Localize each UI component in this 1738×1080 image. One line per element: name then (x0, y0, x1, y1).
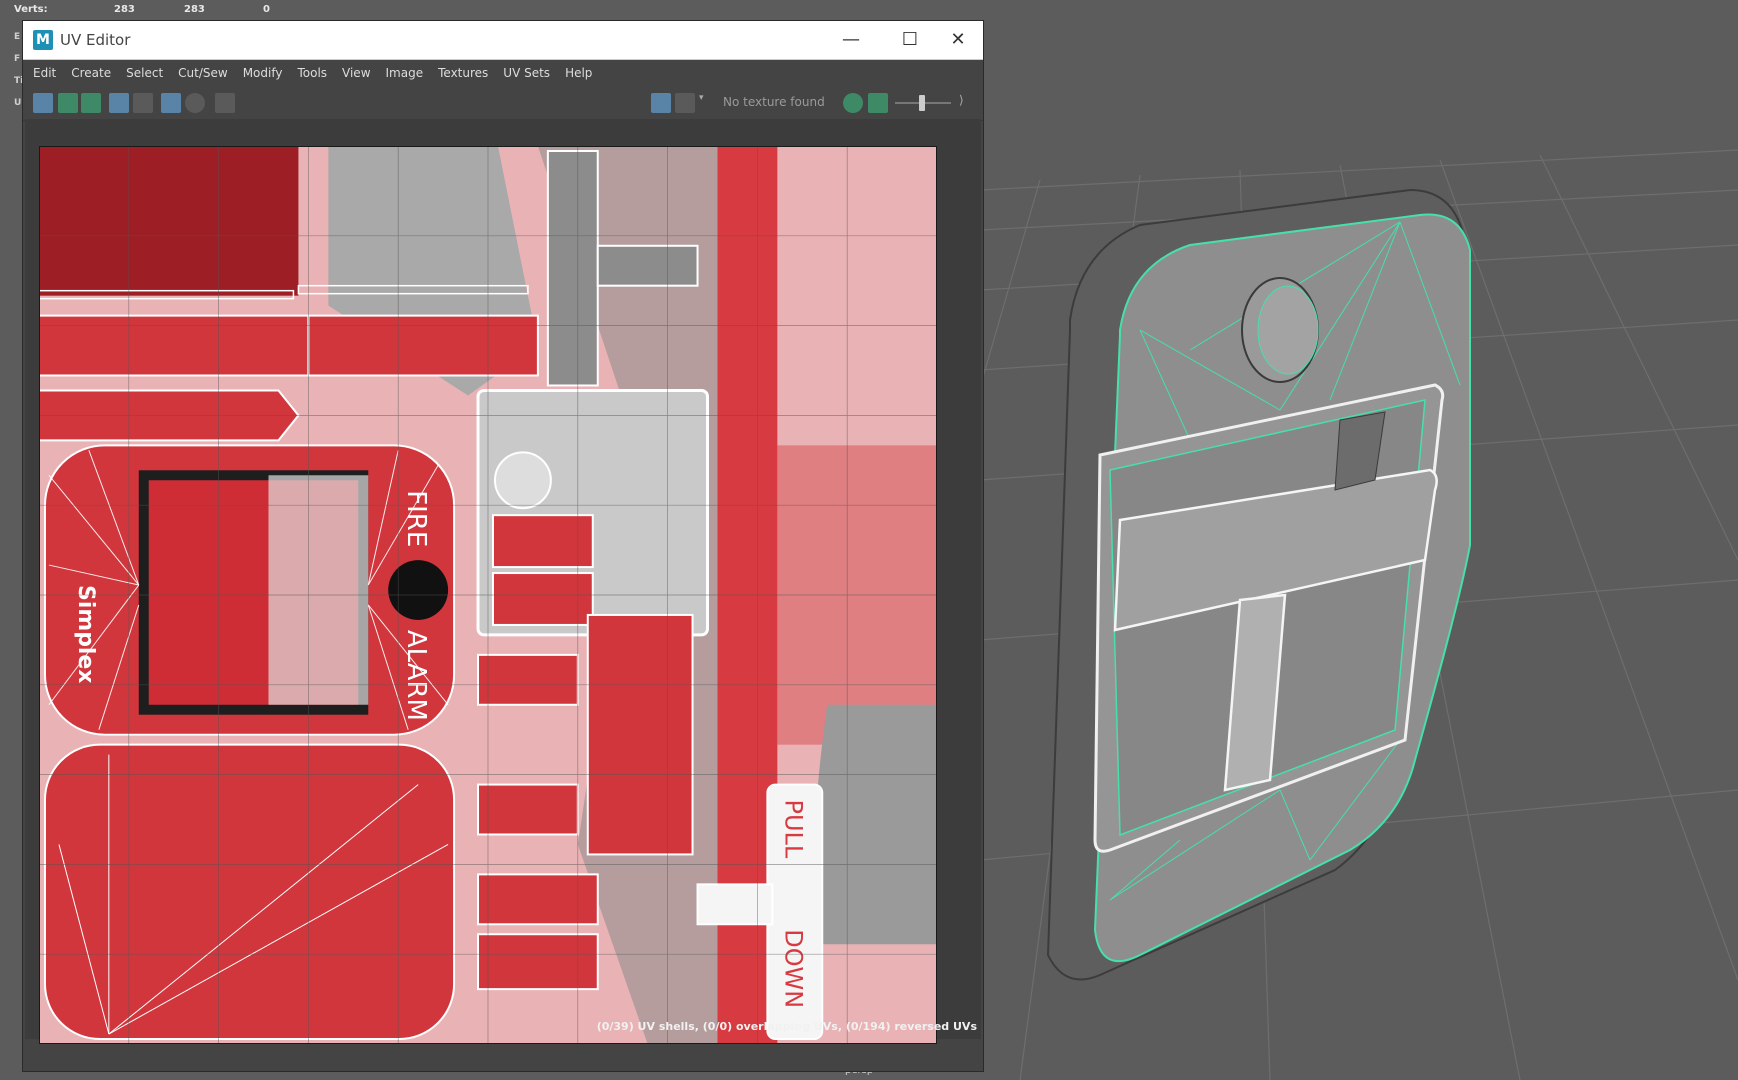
uv-select-icon[interactable] (58, 93, 78, 113)
uv-distortion-icon[interactable] (133, 93, 153, 113)
image-toggle-icon[interactable] (868, 93, 888, 113)
menu-view[interactable]: View (342, 66, 370, 80)
uv-status-bar: (0/39) UV shells, (0/0) overlapping UVs,… (596, 1020, 977, 1033)
texture-status: No texture found (723, 95, 825, 109)
pixel-snap-icon[interactable] (185, 93, 205, 113)
grid-toggle-icon[interactable] (161, 93, 181, 113)
exposure-slider[interactable] (895, 95, 951, 111)
maya-logo-icon: M (33, 30, 53, 50)
toolbar-expand-icon[interactable]: ⟩ (959, 93, 973, 113)
pull-label: PULL (779, 800, 807, 859)
back-plate-shell (43, 743, 456, 1041)
fire-label: FIRE (401, 490, 431, 547)
menu-tools[interactable]: Tools (297, 66, 327, 80)
alarm-label: ALARM (401, 630, 431, 721)
uv-border-icon[interactable] (109, 93, 129, 113)
menu-image[interactable]: Image (386, 66, 424, 80)
checker-map-icon[interactable] (675, 93, 695, 113)
menu-help[interactable]: Help (565, 66, 592, 80)
uv-globe-icon[interactable] (843, 93, 863, 113)
verts-value-1: 283 (114, 4, 135, 15)
menu-uv-sets[interactable]: UV Sets (503, 66, 550, 80)
maximize-button[interactable]: ☐ (887, 25, 933, 55)
minimize-button[interactable]: — (828, 25, 874, 55)
menu-bar: Edit Create Select Cut/Sew Modify Tools … (23, 60, 983, 86)
perspective-viewport[interactable] (980, 0, 1738, 1080)
uv-texture-space[interactable]: Simplex FIRE ALARM PULL DOWN (39, 146, 937, 1044)
uv-editor-window[interactable]: M UV Editor — ☐ ✕ Edit Create Select Cut… (22, 20, 984, 1072)
menu-cut-sew[interactable]: Cut/Sew (178, 66, 228, 80)
menu-create[interactable]: Create (71, 66, 111, 80)
close-button[interactable]: ✕ (935, 25, 981, 55)
window-title: UV Editor (60, 31, 131, 49)
menu-edit[interactable]: Edit (33, 66, 56, 80)
slider-handle[interactable] (919, 95, 925, 111)
fire-alarm-model[interactable] (1046, 188, 1471, 981)
chevron-down-icon[interactable]: ▾ (699, 93, 709, 113)
uv-toolbar: ▾ No texture found ⟩ (23, 86, 983, 121)
menu-select[interactable]: Select (126, 66, 163, 80)
verts-value-3: 0 (263, 4, 270, 15)
menu-modify[interactable]: Modify (243, 66, 283, 80)
uv-face-select-icon[interactable] (81, 93, 101, 113)
down-label: DOWN (779, 929, 807, 1008)
brand-label: Simplex (73, 585, 98, 683)
snapshot-camera-icon[interactable] (215, 93, 235, 113)
uv-canvas[interactable]: Simplex FIRE ALARM PULL DOWN (0/39) UV s… (25, 119, 981, 1044)
uv-shell-select-icon[interactable] (33, 93, 53, 113)
verts-label: Verts: (14, 4, 48, 15)
image-display-icon[interactable] (651, 93, 671, 113)
title-bar[interactable]: M UV Editor — ☐ ✕ (23, 21, 983, 60)
verts-value-2: 283 (184, 4, 205, 15)
menu-textures[interactable]: Textures (438, 66, 488, 80)
